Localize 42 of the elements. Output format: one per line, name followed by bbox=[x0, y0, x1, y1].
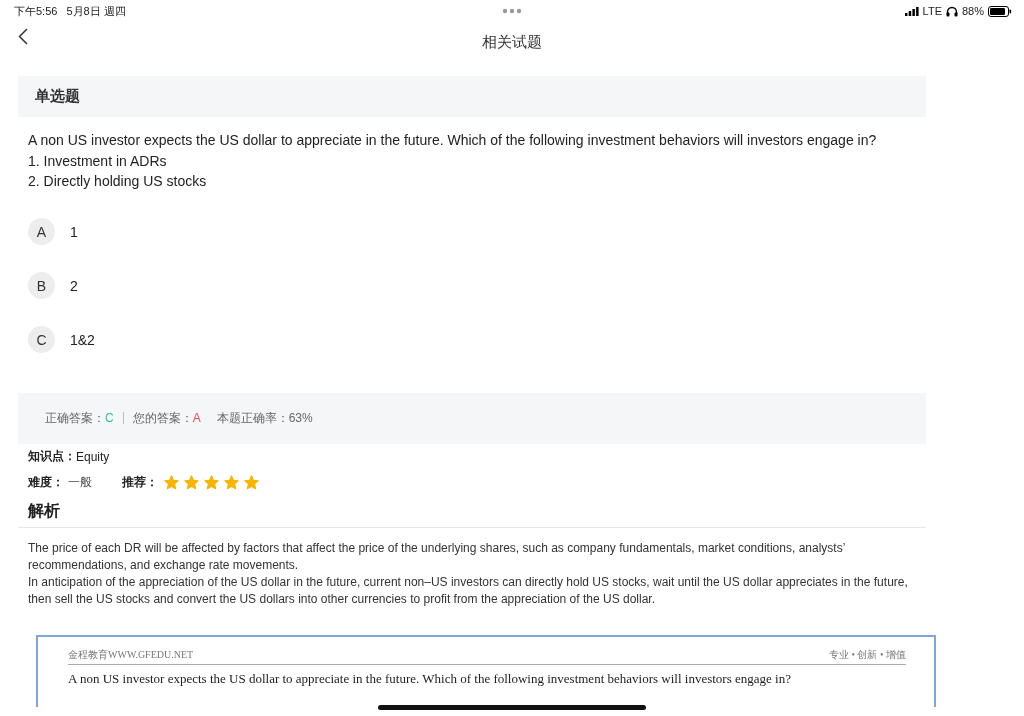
your-answer: A bbox=[192, 411, 201, 425]
option-text[interactable]: 1&2 bbox=[70, 331, 95, 348]
option-text[interactable]: 1 bbox=[70, 223, 78, 240]
network-label: LTE bbox=[922, 5, 942, 17]
your-answer-label: 您的答案： bbox=[132, 409, 193, 427]
star-icon bbox=[184, 475, 199, 490]
accuracy-label: 本题正确率： bbox=[216, 409, 289, 427]
battery-icon bbox=[988, 5, 1012, 17]
more-icon[interactable] bbox=[502, 8, 522, 14]
signal-icon bbox=[904, 6, 919, 16]
page-title: 相关试题 bbox=[482, 32, 542, 52]
star-icon bbox=[224, 475, 239, 490]
question-text: A non US investor expects the US dollar to appreciate in the future. Which of the following investment behaviors will investors engage in? bbox=[28, 131, 878, 150]
analysis-text: The price of each DR will be affected by factors that affect the price of the underlying shares, such as company fundamentals, market conditions, analysts’ recommendations, and exchange rate movements. bbox=[28, 539, 846, 574]
document-header: 金程教育WWW.GFEDU.NET bbox=[68, 647, 194, 662]
back-icon[interactable] bbox=[18, 28, 28, 45]
status-date: 5月8日 週四 bbox=[66, 3, 126, 19]
difficulty-value: 一般 bbox=[68, 474, 92, 491]
option-letter[interactable]: A bbox=[28, 218, 55, 245]
star-icon bbox=[204, 475, 219, 490]
document-text: A non US investor expects the US dollar to appreciate in the future. Which of the following investment behaviors will investors engage in? bbox=[68, 669, 792, 687]
difficulty-label: 难度： bbox=[28, 474, 64, 491]
question-text: 1. Investment in ADRs bbox=[28, 151, 168, 171]
document-slogan: 专业 • 创新 • 增值 bbox=[829, 647, 906, 662]
battery-percent: 88% bbox=[961, 5, 984, 17]
analysis-text: In anticipation of the appreciation of the US dollar in the future, current non–US investors can directly hold US stocks, wait until the US dollar appreciates in the future, then sell the US stocks and convert the US dollars into other currencies to profit from the appreciation of the US dollar. bbox=[28, 574, 909, 609]
option-letter[interactable]: B bbox=[28, 272, 55, 299]
star-icon bbox=[164, 475, 179, 490]
correct-answer: C bbox=[105, 411, 114, 425]
recommend-label: 推荐： bbox=[122, 474, 158, 491]
star-icon bbox=[244, 475, 259, 490]
option-text[interactable]: 2 bbox=[70, 277, 78, 294]
question-text: 2. Directly holding US stocks bbox=[28, 172, 208, 191]
knowledge-label: 知识点： bbox=[28, 448, 76, 465]
question-type: 单选题 bbox=[35, 87, 80, 106]
option-letter[interactable]: C bbox=[28, 326, 55, 353]
headphones-icon bbox=[945, 5, 958, 17]
knowledge-value: Equity bbox=[76, 449, 110, 464]
correct-answer-label: 正确答案： bbox=[45, 409, 105, 427]
accuracy-value: 63% bbox=[288, 411, 313, 425]
status-time: 下午5:56 bbox=[14, 3, 58, 19]
analysis-title: 解析 bbox=[18, 495, 926, 528]
